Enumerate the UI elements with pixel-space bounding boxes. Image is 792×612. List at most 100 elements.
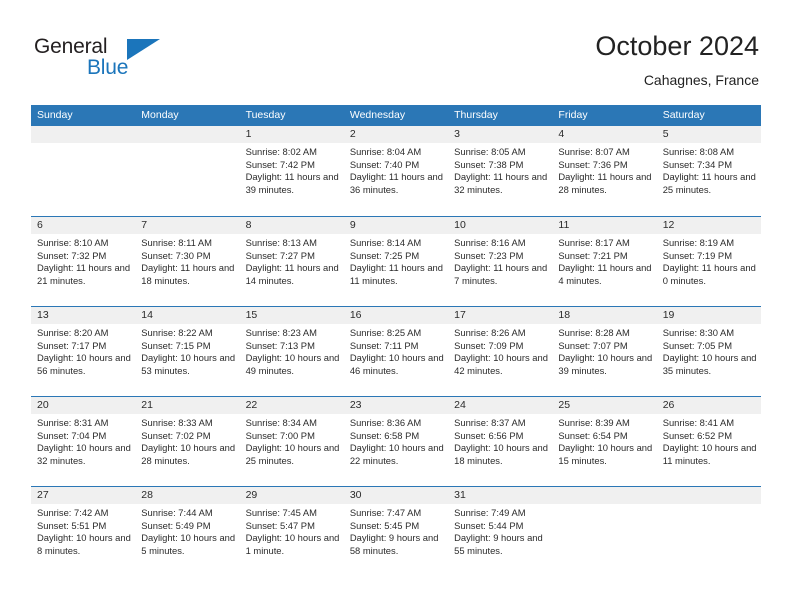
- weekday-header-saturday: Saturday: [662, 109, 705, 121]
- calendar-week-row: 20 Sunrise: 8:31 AM Sunset: 7:04 PM Dayligh…: [31, 396, 761, 486]
- day-info: Sunrise: 8:16 AM Sunset: 7:23 PM Daylight:…: [448, 234, 552, 287]
- day-cell-9[interactable]: 9 Sunrise: 8:14 AM Sunset: 7:25 PM Daylight…: [343, 217, 449, 306]
- calendar-grid: Sunday Monday Tuesday Wednesday Thursday Frid…: [31, 105, 761, 576]
- day-info: Sunrise: 8:19 AM Sunset: 7:19 PM Daylight:…: [657, 234, 761, 287]
- sunset-text: Sunset: 7:07 PM: [558, 339, 628, 351]
- day-cell-12[interactable]: 12 Sunrise: 8:19 AM Sunset: 7:19 PM Dayligh…: [656, 217, 761, 306]
- day-info: Sunrise: 7:47 AM Sunset: 5:45 PM Daylight:…: [344, 504, 448, 557]
- day-number: [31, 126, 136, 143]
- day-cell-30[interactable]: 30 Sunrise: 7:47 AM Sunset: 5:45 PM Dayligh…: [343, 487, 449, 576]
- day-cell-24[interactable]: 24 Sunrise: 8:37 AM Sunset: 6:56 PM Dayligh…: [448, 397, 553, 486]
- day-cell-13[interactable]: 13 Sunrise: 8:20 AM Sunset: 7:17 PM Dayligh…: [31, 307, 136, 396]
- day-cell-28[interactable]: 28 Sunrise: 7:44 AM Sunset: 5:49 PM Dayligh…: [135, 487, 240, 576]
- daylight-text: Daylight: 11 hours and 21 minutes.: [37, 262, 131, 286]
- page-header: General Blue October 2024 Cahagnes, Fran…: [0, 0, 792, 104]
- day-cell-3[interactable]: 3 Sunrise: 8:05 AM Sunset: 7:38 PM Daylight…: [448, 126, 553, 216]
- weekday-header-tuesday: Tuesday: [245, 109, 286, 121]
- day-cell-15[interactable]: 15 Sunrise: 8:23 AM Sunset: 7:13 PM Dayligh…: [239, 307, 344, 396]
- weekday-header-monday: Monday: [141, 109, 179, 121]
- sunrise-text: Sunrise: 8:14 AM: [349, 237, 422, 248]
- day-number: 23: [343, 397, 449, 414]
- day-info: Sunrise: 8:41 AM Sunset: 6:52 PM Daylight:…: [657, 414, 761, 467]
- daylight-text: Daylight: 10 hours and 15 minutes.: [558, 442, 653, 466]
- day-cell-1[interactable]: 1 Sunrise: 8:02 AM Sunset: 7:42 PM Daylight…: [239, 126, 344, 216]
- day-cell-18[interactable]: 18 Sunrise: 8:28 AM Sunset: 7:07 PM Dayligh…: [552, 307, 657, 396]
- sunset-text: Sunset: 7:30 PM: [141, 249, 211, 261]
- day-number: 5: [656, 126, 761, 143]
- sunrise-text: Sunrise: 8:04 AM: [349, 146, 422, 157]
- day-cell-20[interactable]: 20 Sunrise: 8:31 AM Sunset: 7:04 PM Dayligh…: [31, 397, 136, 486]
- daylight-text: Daylight: 10 hours and 56 minutes.: [37, 352, 131, 376]
- day-cell-4[interactable]: 4 Sunrise: 8:07 AM Sunset: 7:36 PM Daylight…: [552, 126, 657, 216]
- day-number: 26: [656, 397, 761, 414]
- day-number: 9: [343, 217, 449, 234]
- day-cell-19[interactable]: 19 Sunrise: 8:30 AM Sunset: 7:05 PM Dayligh…: [656, 307, 761, 396]
- daylight-text: Daylight: 10 hours and 53 minutes.: [141, 352, 236, 376]
- day-cell-26[interactable]: 26 Sunrise: 8:41 AM Sunset: 6:52 PM Dayligh…: [656, 397, 761, 486]
- day-cell-25[interactable]: 25 Sunrise: 8:39 AM Sunset: 6:54 PM Dayligh…: [552, 397, 657, 486]
- sunset-text: Sunset: 6:58 PM: [349, 429, 420, 441]
- calendar-weeks: 1 Sunrise: 8:02 AM Sunset: 7:42 PM Daylight…: [31, 126, 761, 576]
- sunset-text: Sunset: 5:49 PM: [141, 519, 211, 531]
- sunset-text: Sunset: 7:11 PM: [349, 339, 419, 351]
- day-info: Sunrise: 7:44 AM Sunset: 5:49 PM Daylight:…: [135, 504, 239, 557]
- sunrise-text: Sunrise: 7:45 AM: [245, 507, 317, 518]
- sunrise-text: Sunrise: 8:30 AM: [662, 327, 735, 338]
- day-cell-21[interactable]: 21 Sunrise: 8:33 AM Sunset: 7:02 PM Dayligh…: [135, 397, 240, 486]
- day-cell-7[interactable]: 7 Sunrise: 8:11 AM Sunset: 7:30 PM Daylight…: [135, 217, 240, 306]
- sunset-text: Sunset: 7:17 PM: [37, 339, 107, 351]
- day-cell-8[interactable]: 8 Sunrise: 8:13 AM Sunset: 7:27 PM Daylight…: [239, 217, 344, 306]
- sunset-text: Sunset: 7:21 PM: [558, 249, 628, 261]
- daylight-text: Daylight: 11 hours and 4 minutes.: [558, 262, 652, 286]
- day-number: [135, 126, 240, 143]
- day-number: 13: [31, 307, 136, 324]
- sunset-text: Sunset: 7:09 PM: [454, 339, 524, 351]
- sunrise-text: Sunrise: 8:33 AM: [141, 417, 213, 428]
- day-info: Sunrise: 8:05 AM Sunset: 7:38 PM Daylight:…: [448, 143, 552, 196]
- day-info: Sunrise: 8:10 AM Sunset: 7:32 PM Daylight:…: [31, 234, 135, 287]
- daylight-text: Daylight: 10 hours and 11 minutes.: [662, 442, 757, 466]
- sunset-text: Sunset: 7:04 PM: [37, 429, 107, 441]
- daylight-text: Daylight: 11 hours and 18 minutes.: [141, 262, 235, 286]
- day-number: 17: [448, 307, 553, 324]
- calendar-week-row: 6 Sunrise: 8:10 AM Sunset: 7:32 PM Daylight…: [31, 216, 761, 306]
- day-cell-5[interactable]: 5 Sunrise: 8:08 AM Sunset: 7:34 PM Daylight…: [656, 126, 761, 216]
- sunrise-text: Sunrise: 8:05 AM: [454, 146, 526, 157]
- day-cell-11[interactable]: 11 Sunrise: 8:17 AM Sunset: 7:21 PM Dayligh…: [552, 217, 657, 306]
- day-cell-31[interactable]: 31 Sunrise: 7:49 AM Sunset: 5:44 PM Dayligh…: [448, 487, 553, 576]
- sunrise-text: Sunrise: 8:02 AM: [245, 146, 317, 157]
- sunset-text: Sunset: 7:36 PM: [558, 158, 628, 170]
- day-cell-14[interactable]: 14 Sunrise: 8:22 AM Sunset: 7:15 PM Dayligh…: [135, 307, 240, 396]
- daylight-text: Daylight: 10 hours and 22 minutes.: [349, 442, 444, 466]
- sunrise-text: Sunrise: 8:34 AM: [245, 417, 317, 428]
- day-cell-16[interactable]: 16 Sunrise: 8:25 AM Sunset: 7:11 PM Dayligh…: [343, 307, 449, 396]
- day-cell-29[interactable]: 29 Sunrise: 7:45 AM Sunset: 5:47 PM Dayligh…: [239, 487, 344, 576]
- daylight-text: Daylight: 10 hours and 32 minutes.: [37, 442, 131, 466]
- day-cell-10[interactable]: 10 Sunrise: 8:16 AM Sunset: 7:23 PM Dayligh…: [448, 217, 553, 306]
- day-info: Sunrise: 8:17 AM Sunset: 7:21 PM Daylight:…: [552, 234, 656, 287]
- sunrise-text: Sunrise: 8:39 AM: [558, 417, 630, 428]
- day-cell-empty: [135, 126, 240, 216]
- sunrise-text: Sunrise: 7:49 AM: [454, 507, 526, 518]
- page-subtitle: Cahagnes, France: [643, 72, 759, 88]
- logo-text-blue: Blue: [87, 56, 129, 79]
- daylight-text: Daylight: 11 hours and 14 minutes.: [245, 262, 339, 286]
- day-number: 12: [656, 217, 761, 234]
- weekday-header-row: Sunday Monday Tuesday Wednesday Thursday Frid…: [31, 105, 761, 126]
- day-info: Sunrise: 8:23 AM Sunset: 7:13 PM Daylight:…: [240, 324, 344, 377]
- sunrise-text: Sunrise: 8:36 AM: [349, 417, 422, 428]
- day-info: Sunrise: 8:04 AM Sunset: 7:40 PM Daylight:…: [344, 143, 448, 196]
- day-cell-2[interactable]: 2 Sunrise: 8:04 AM Sunset: 7:40 PM Daylight…: [343, 126, 449, 216]
- sunset-text: Sunset: 7:00 PM: [245, 429, 315, 441]
- daylight-text: Daylight: 11 hours and 32 minutes.: [454, 171, 548, 195]
- sunset-text: Sunset: 7:40 PM: [349, 158, 420, 170]
- day-cell-23[interactable]: 23 Sunrise: 8:36 AM Sunset: 6:58 PM Dayligh…: [343, 397, 449, 486]
- day-info: Sunrise: 8:11 AM Sunset: 7:30 PM Daylight:…: [135, 234, 239, 287]
- general-blue-logo[interactable]: General Blue: [34, 36, 164, 84]
- day-info: Sunrise: 8:28 AM Sunset: 7:07 PM Daylight:…: [552, 324, 656, 377]
- logo-triangle-icon: [127, 39, 160, 60]
- day-cell-6[interactable]: 6 Sunrise: 8:10 AM Sunset: 7:32 PM Daylight…: [31, 217, 136, 306]
- day-cell-22[interactable]: 22 Sunrise: 8:34 AM Sunset: 7:00 PM Dayligh…: [239, 397, 344, 486]
- day-cell-17[interactable]: 17 Sunrise: 8:26 AM Sunset: 7:09 PM Dayligh…: [448, 307, 553, 396]
- day-cell-27[interactable]: 27 Sunrise: 7:42 AM Sunset: 5:51 PM Dayligh…: [31, 487, 136, 576]
